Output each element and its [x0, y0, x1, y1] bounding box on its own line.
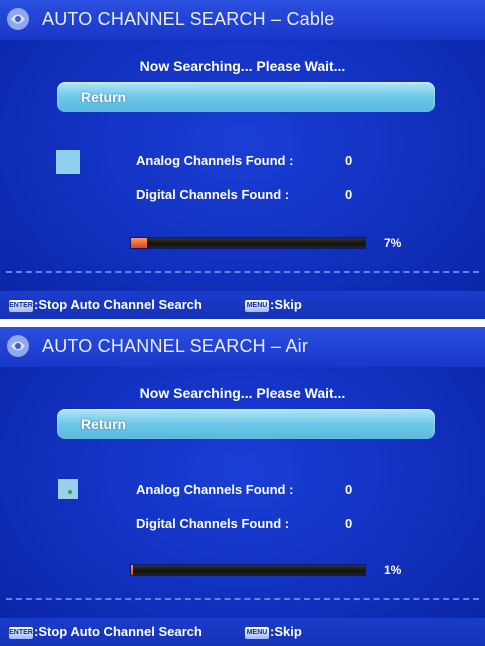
menu-key-icon: MENU — [244, 299, 270, 313]
title-bar: AUTO CHANNEL SEARCH – Air — [0, 327, 485, 367]
digital-channels-label: Digital Channels Found : — [136, 187, 290, 202]
search-progress-fill — [131, 565, 134, 575]
screen-title: AUTO CHANNEL SEARCH – Cable — [42, 9, 335, 29]
enter-key-icon: ENTER — [8, 626, 34, 640]
search-progress-percent: 1% — [384, 563, 402, 577]
help-bar: ENTER :Stop Auto Channel Search MENU :Sk… — [0, 618, 485, 646]
help-bar: ENTER :Stop Auto Channel Search MENU :Sk… — [0, 291, 485, 319]
tv-logo-icon — [7, 8, 29, 30]
search-progress-fill — [131, 238, 148, 248]
divider — [6, 598, 479, 600]
title-bar: AUTO CHANNEL SEARCH – Cable — [0, 0, 485, 40]
signal-indicator-box — [56, 150, 80, 174]
return-label: Return — [81, 416, 127, 432]
return-label: Return — [81, 89, 127, 105]
analog-channels-label: Analog Channels Found : — [136, 482, 294, 497]
stop-search-hint[interactable]: :Stop Auto Channel Search — [34, 624, 202, 639]
stop-search-hint[interactable]: :Stop Auto Channel Search — [34, 297, 202, 312]
divider — [6, 271, 479, 273]
skip-hint[interactable]: :Skip — [270, 297, 302, 312]
digital-channels-label: Digital Channels Found : — [136, 516, 290, 531]
analog-channels-value: 0 — [345, 482, 353, 497]
auto-channel-search-cable-screen: AUTO CHANNEL SEARCH – Cable Now Searchin… — [0, 0, 485, 319]
digital-channels-value: 0 — [345, 187, 353, 202]
return-button[interactable]: Return — [57, 409, 435, 439]
search-progress-percent: 7% — [384, 236, 402, 250]
enter-key-icon: ENTER — [8, 299, 34, 313]
tv-logo-icon — [7, 335, 29, 357]
analog-channels-label: Analog Channels Found : — [136, 153, 294, 168]
return-button[interactable]: Return — [57, 82, 435, 112]
searching-status: Now Searching... Please Wait... — [139, 385, 346, 401]
analog-channels-value: 0 — [345, 153, 353, 168]
auto-channel-search-air-screen: AUTO CHANNEL SEARCH – Air Now Searching.… — [0, 327, 485, 646]
digital-channels-value: 0 — [345, 516, 353, 531]
search-progress-bar — [130, 237, 366, 249]
signal-dot — [68, 490, 72, 494]
searching-status: Now Searching... Please Wait... — [139, 58, 346, 74]
menu-key-icon: MENU — [244, 626, 270, 640]
signal-indicator-box — [58, 479, 78, 499]
search-progress-bar — [130, 564, 366, 576]
skip-hint[interactable]: :Skip — [270, 624, 302, 639]
screen-title: AUTO CHANNEL SEARCH – Air — [42, 336, 309, 356]
